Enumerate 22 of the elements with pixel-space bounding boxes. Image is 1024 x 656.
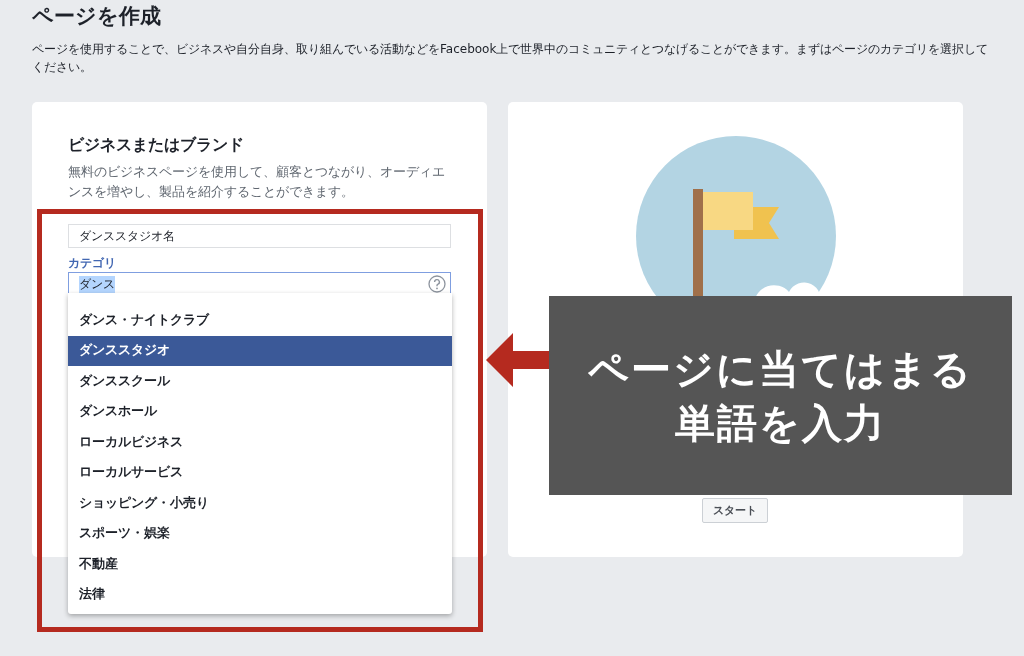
start-button[interactable]: スタート [702, 498, 768, 523]
card-description: 無料のビジネスページを使用して、顧客とつながり、オーディエンスを増やし、製品を紹介することができます。 [68, 163, 446, 201]
menu-item[interactable]: ショッピング・小売り [68, 488, 452, 519]
card-title: ビジネスまたはブランド [68, 134, 245, 156]
caption-text: ページに当てはまる [588, 344, 973, 393]
menu-item[interactable]: ダンス・ナイトクラブ [68, 305, 452, 336]
menu-item[interactable]: 法律 [68, 579, 452, 610]
menu-item[interactable]: ダンススタジオ [68, 335, 452, 366]
menu-item[interactable]: ダンススクール [68, 366, 452, 397]
menu-item[interactable]: 不動産 [68, 549, 452, 580]
arrow-icon [486, 333, 550, 387]
help-icon[interactable] [428, 275, 446, 293]
field-label: カテゴリ [68, 255, 116, 272]
caption-text: 単語を入力 [675, 398, 886, 447]
menu-item[interactable]: ローカルサービス [68, 457, 452, 488]
page-description: ページを使用することで、ビジネスや自分自身、取り組んでいる活動などをFacebook上で世界中のコミュニティとつなげることができます。まずはページのカテゴリを選択してください。 [32, 41, 990, 76]
menu-item[interactable]: スポーツ・娯楽 [68, 518, 452, 549]
field-value: ダンス [79, 275, 115, 293]
menu-item[interactable]: ダンスホール [68, 396, 452, 427]
page-title: ページを作成 [32, 3, 162, 30]
page-name-field[interactable]: ダンススタジオ名 [68, 224, 451, 248]
menu-item[interactable]: ローカルビジネス [68, 427, 452, 458]
